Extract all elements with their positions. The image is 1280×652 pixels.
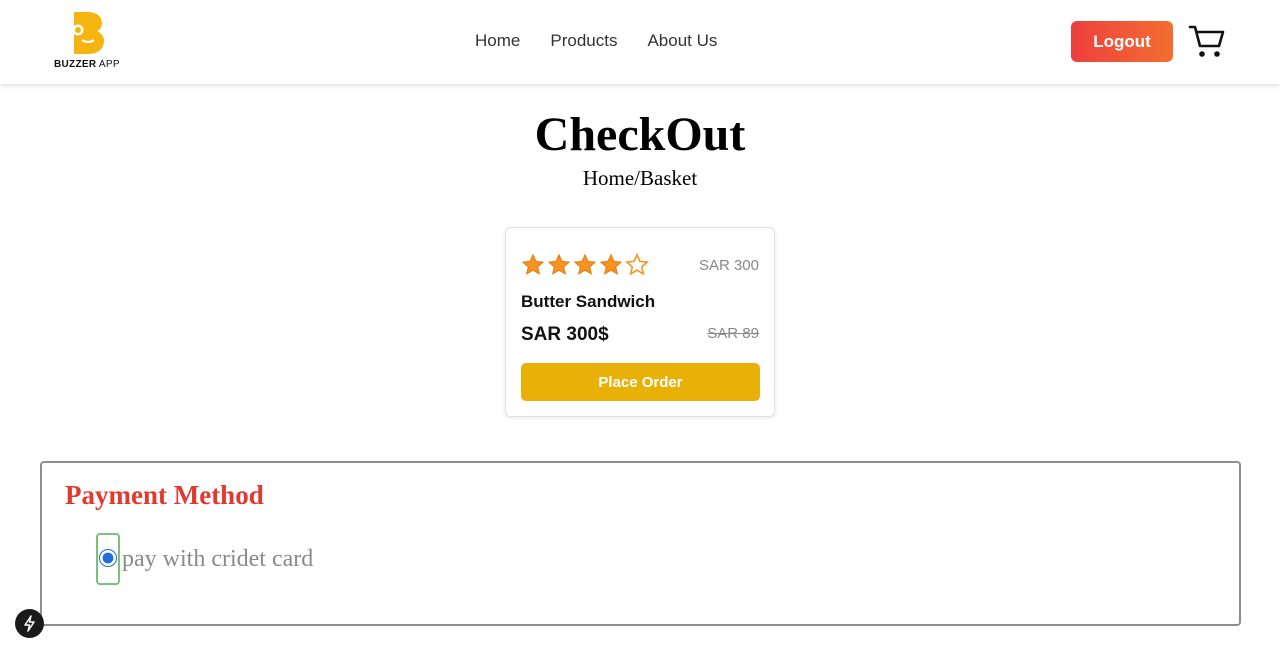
brand-name: BUZZER APP <box>54 59 120 70</box>
star-filled-icon <box>547 253 571 275</box>
main-nav: Home Products About Us <box>475 31 747 51</box>
star-filled-icon <box>521 253 545 275</box>
product-old-price: SAR 89 <box>707 325 759 342</box>
star-filled-icon <box>599 253 623 275</box>
star-empty-icon <box>625 253 649 276</box>
page-title: CheckOut <box>534 108 746 161</box>
star-filled-icon <box>573 253 597 275</box>
buzzer-logo-icon <box>72 12 104 54</box>
credit-card-radio[interactable] <box>99 549 117 567</box>
lightning-icon <box>24 615 35 632</box>
navbar: BUZZER APP Home Products About Us Logout <box>0 0 1280 84</box>
brand-logo[interactable]: BUZZER APP <box>54 10 124 72</box>
product-price: SAR 300$ <box>521 324 609 345</box>
product-price-label: SAR 300 <box>698 257 759 274</box>
nav-home-link[interactable]: Home <box>475 31 520 51</box>
credit-card-option-label[interactable]: pay with cridet card <box>122 546 313 573</box>
payment-method-panel: Payment Method pay with cridet card <box>40 461 1241 626</box>
nav-products-link[interactable]: Products <box>550 31 617 51</box>
breadcrumb[interactable]: Home/Basket <box>0 166 1280 191</box>
place-order-button[interactable]: Place Order <box>521 363 760 401</box>
nav-about-link[interactable]: About Us <box>647 31 717 51</box>
logout-button[interactable]: Logout <box>1071 21 1173 62</box>
payment-method-title: Payment Method <box>65 480 264 510</box>
devtools-toggle-button[interactable] <box>15 609 44 638</box>
product-name: Butter Sandwich <box>521 292 656 311</box>
product-card: SAR 300 Butter Sandwich SAR 300$ SAR 89 … <box>505 227 775 417</box>
rating-stars <box>521 253 649 277</box>
cart-icon[interactable] <box>1188 22 1226 60</box>
credit-card-radio-focus-ring <box>96 533 120 585</box>
